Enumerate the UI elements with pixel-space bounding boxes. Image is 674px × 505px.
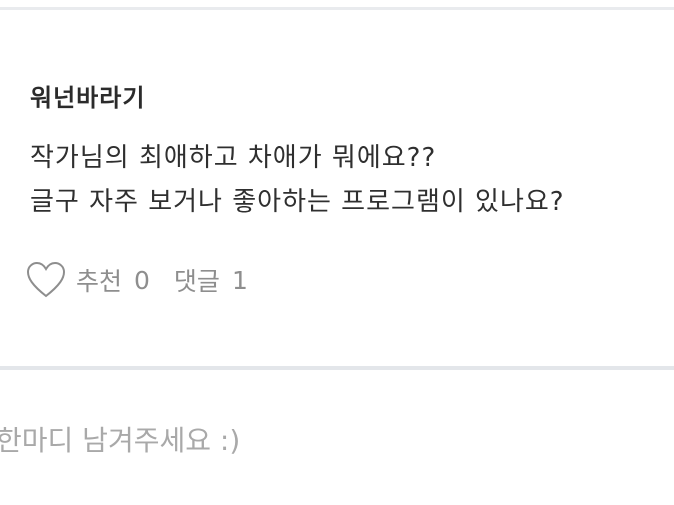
comment-actions: 추천 0 댓글 1 [26, 258, 248, 302]
comment-text: 작가님의 최애하고 차애가 뭐에요?? 글구 자주 보거나 좋아하는 프로그램이… [30, 136, 660, 224]
comment-line: 글구 자주 보거나 좋아하는 프로그램이 있나요? [30, 187, 565, 217]
comment-author[interactable]: 워넌바라기 [30, 78, 145, 113]
like-label: 추천 [76, 267, 123, 296]
like-count: 0 [134, 265, 150, 295]
reply-input-area [0, 370, 674, 505]
reply-label: 댓글 [173, 267, 220, 296]
reply-button[interactable]: 댓글 1 [174, 262, 248, 298]
comment-line: 작가님의 최애하고 차애가 뭐에요?? [30, 143, 437, 173]
like-button[interactable]: 추천 0 [26, 261, 174, 299]
reply-input[interactable] [0, 418, 656, 462]
heart-icon[interactable] [26, 261, 66, 299]
reply-count: 1 [231, 265, 248, 295]
